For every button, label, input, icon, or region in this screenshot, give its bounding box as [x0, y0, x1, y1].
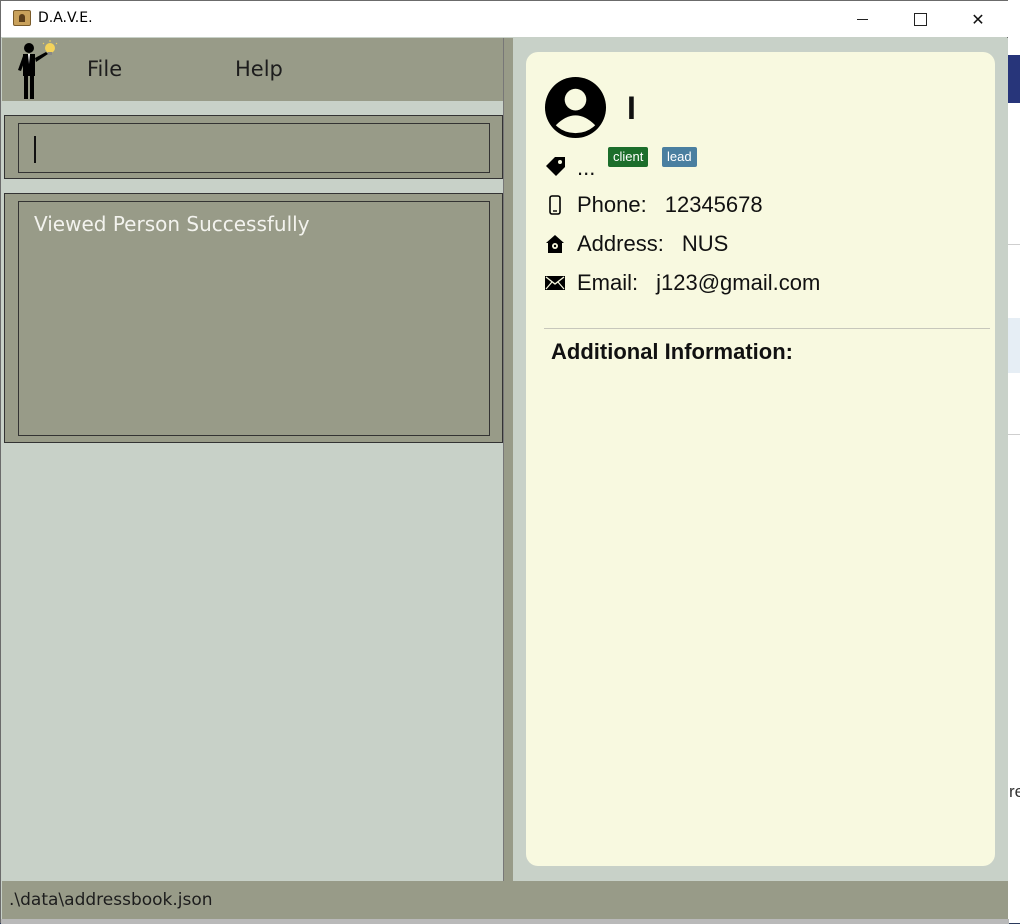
background-decor — [1008, 434, 1020, 435]
minimize-button[interactable] — [833, 1, 891, 37]
command-input[interactable] — [18, 123, 490, 173]
right-panel: I ... client lead Phone: 12345678 Addres… — [513, 38, 1008, 881]
menu-help[interactable]: Help — [235, 57, 283, 81]
phone-value: 12345678 — [664, 192, 763, 217]
address-value: NUS — [681, 231, 729, 256]
person-name: I — [627, 90, 636, 126]
status-bar: .\data\addressbook.json — [2, 881, 1008, 919]
separator — [544, 328, 990, 329]
address-label: Address: — [577, 231, 664, 256]
tag-lead: lead — [662, 147, 697, 167]
background-window: re — [1008, 0, 1020, 923]
phone-label: Phone: — [577, 192, 647, 217]
address-book-icon — [13, 10, 31, 26]
result-display: Viewed Person Successfully — [4, 193, 503, 443]
maximize-button[interactable] — [891, 1, 949, 37]
app-window: D.A.V.E. ✕ File Help Viewed Person Succe… — [0, 0, 1009, 924]
person-detail-card: I ... client lead Phone: 12345678 Addres… — [526, 52, 995, 866]
window-bottom-edge — [1, 919, 1009, 924]
background-decor — [1008, 55, 1020, 103]
additional-info-heading: Additional Information: — [551, 339, 793, 364]
split-pane-divider[interactable] — [503, 38, 513, 881]
title-bar[interactable]: D.A.V.E. ✕ — [1, 1, 1009, 37]
tags-ellipsis: ... — [577, 155, 596, 180]
result-text-area[interactable]: Viewed Person Successfully — [18, 201, 490, 436]
command-box — [4, 115, 503, 179]
left-panel: File Help Viewed Person Successfully — [2, 38, 504, 881]
tag-client: client — [608, 147, 649, 167]
email-value: j123@gmail.com — [656, 270, 821, 295]
background-decor — [1008, 244, 1020, 245]
data-file-path: .\data\addressbook.json — [9, 890, 213, 910]
menu-bar: File Help — [2, 38, 504, 101]
close-button[interactable]: ✕ — [949, 1, 1007, 37]
address-field: Address: NUS — [544, 230, 728, 258]
tag-icon — [546, 157, 565, 176]
phone-icon — [544, 194, 566, 216]
window-title: D.A.V.E. — [38, 10, 93, 26]
background-decor — [1008, 318, 1020, 373]
email-label: Email: — [577, 270, 639, 295]
close-icon: ✕ — [971, 9, 985, 29]
menu-file[interactable]: File — [87, 57, 122, 81]
businessman-logo-icon — [18, 40, 58, 99]
result-message: Viewed Person Successfully — [34, 212, 310, 236]
background-text: re — [1009, 782, 1020, 801]
text-caret — [34, 136, 36, 163]
phone-field: Phone: 12345678 — [544, 191, 763, 219]
user-avatar-icon — [544, 76, 607, 139]
email-field: Email: j123@gmail.com — [544, 269, 820, 297]
home-icon — [544, 233, 566, 255]
envelope-icon — [544, 272, 566, 294]
